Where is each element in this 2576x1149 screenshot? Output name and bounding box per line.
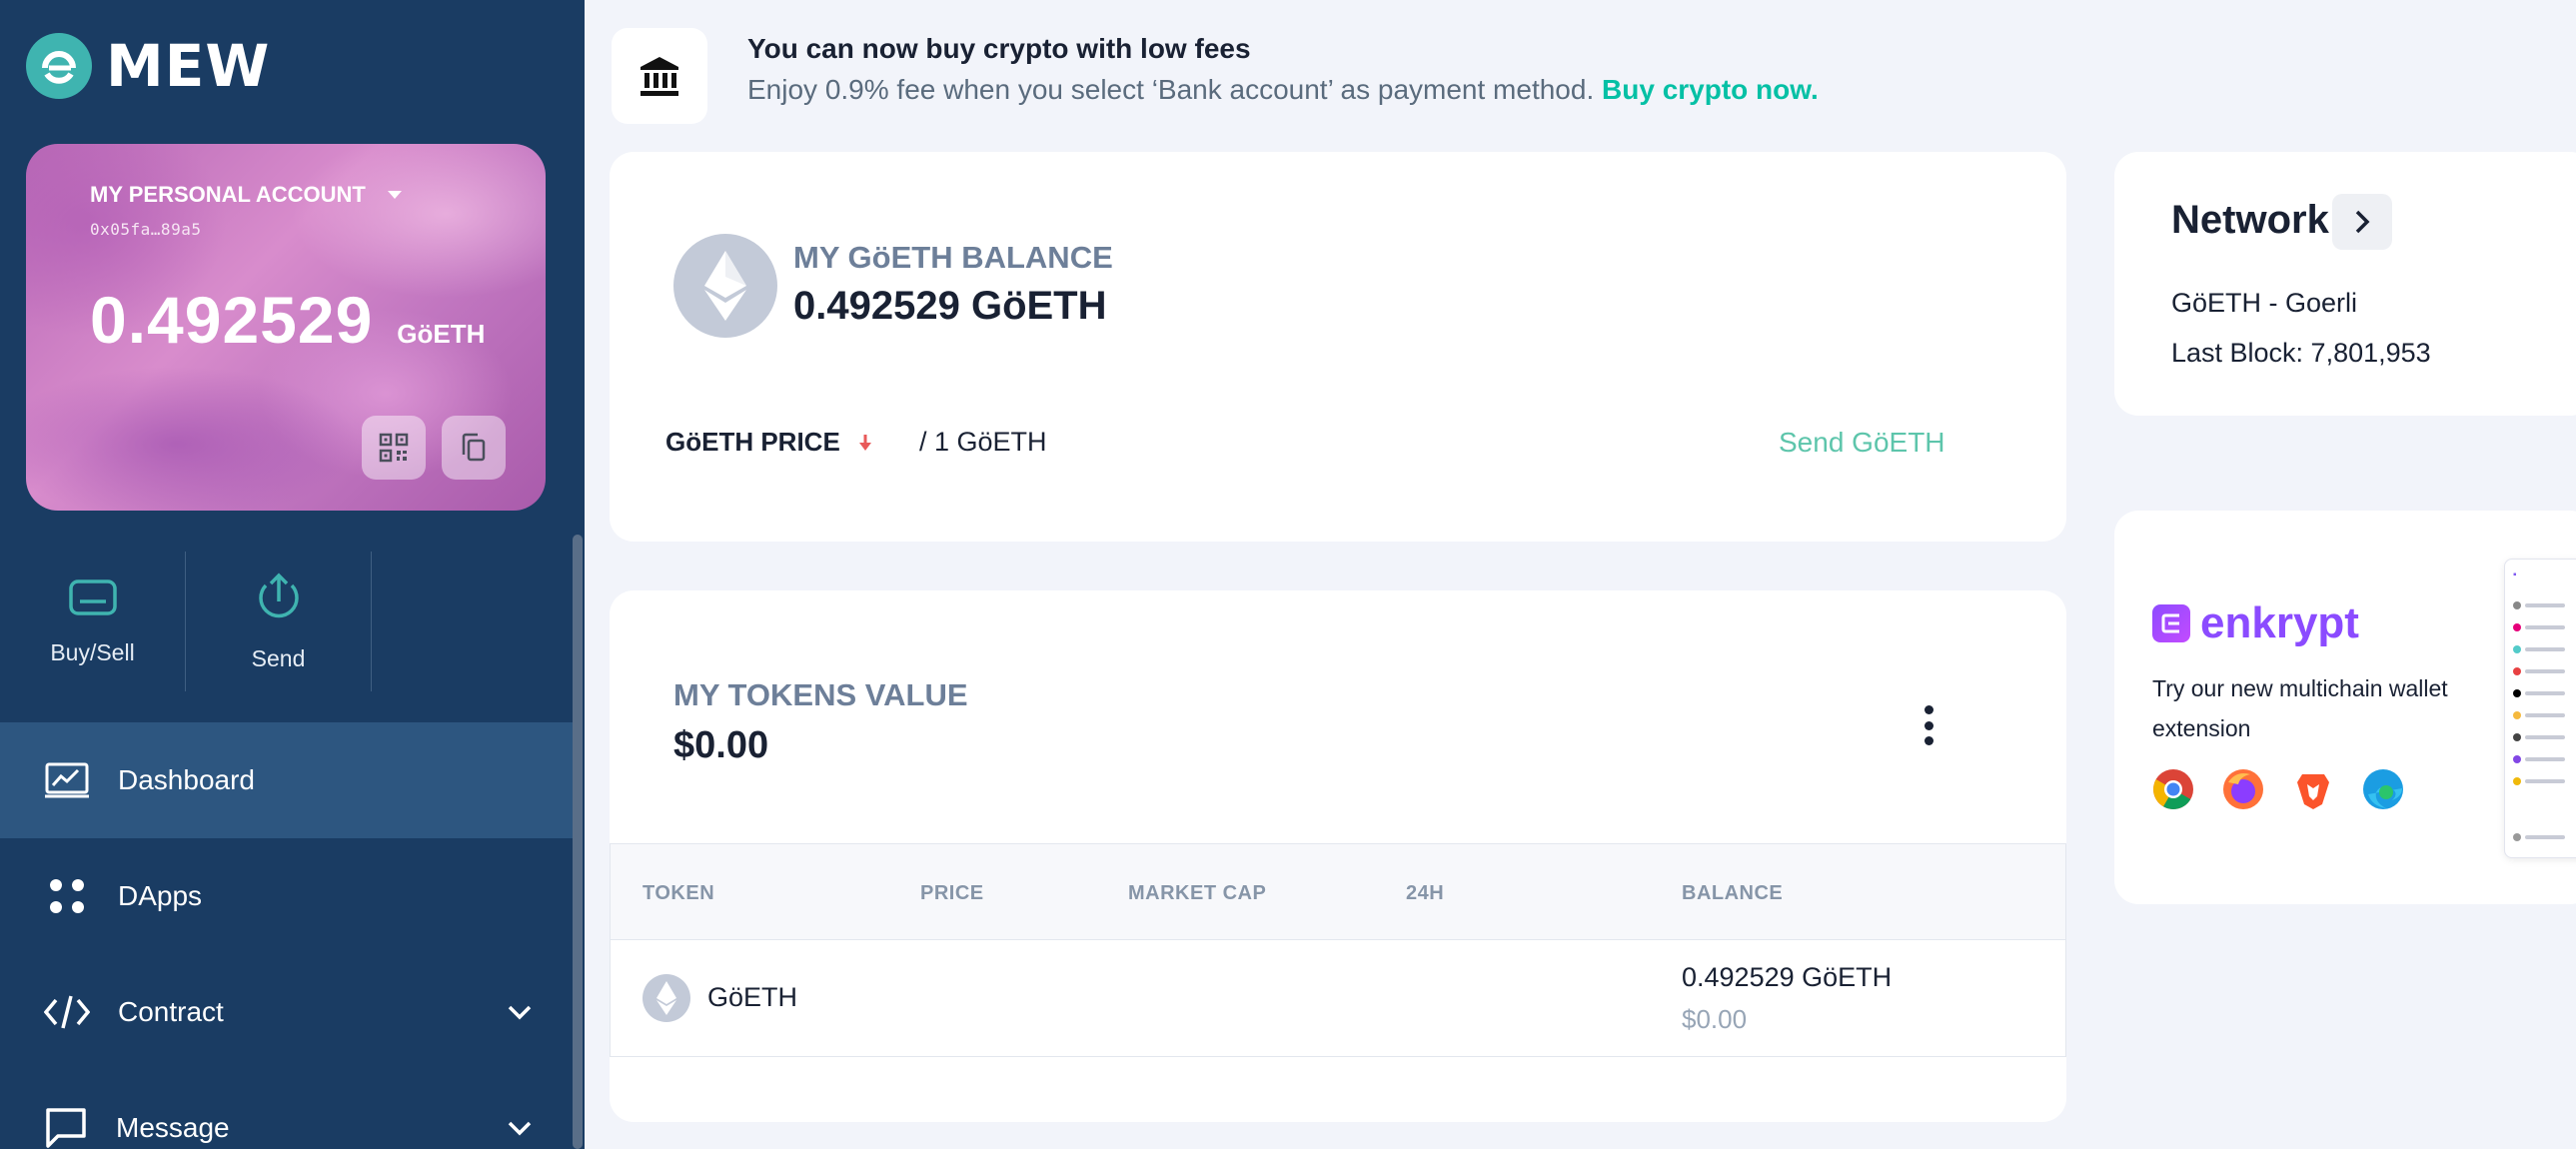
qr-code-button[interactable]	[362, 416, 426, 480]
send-button[interactable]: Send	[186, 552, 372, 691]
network-card: Network GöETH - Goerli Last Block: 7,801…	[2114, 152, 2576, 416]
network-last-block: Last Block: 7,801,953	[2171, 338, 2431, 368]
brave-icon[interactable]	[2292, 768, 2334, 810]
firefox-icon[interactable]	[2222, 768, 2264, 810]
sidebar-item-dashboard[interactable]: Dashboard	[0, 722, 573, 838]
mew-logo[interactable]: MEW	[26, 30, 270, 102]
token-table: TOKEN PRICE MARKET CAP 24H BALANCE GöETH…	[610, 843, 2066, 1057]
banner-description: Enjoy 0.9% fee when you select ‘Bank acc…	[747, 74, 1595, 105]
buy-crypto-link[interactable]: Buy crypto now.	[1602, 74, 1819, 105]
enkrypt-logo: enkrypt	[2152, 598, 2359, 648]
wallet-balance-amount: 0.492529	[90, 283, 374, 357]
sidebar-item-dapps[interactable]: DApps	[0, 838, 573, 954]
price-label-text: GöETH PRICE	[665, 427, 840, 457]
network-change-button[interactable]	[2332, 194, 2392, 250]
tokens-card: MY TOKENS VALUE $0.00 TOKEN PRICE MARKET…	[610, 590, 2066, 1122]
column-balance: BALANCE	[1682, 882, 1784, 904]
network-name: GöETH - Goerli	[2171, 288, 2358, 318]
sidebar-item-label: DApps	[118, 880, 203, 911]
code-icon	[44, 995, 90, 1029]
wallet-balance: 0.492529 GöETH	[90, 282, 485, 358]
tokens-value: $0.00	[673, 724, 769, 766]
enkrypt-name: enkrypt	[2200, 598, 2359, 647]
account-address: 0x05fa…89a5	[90, 220, 202, 239]
enkrypt-description: Try our new multichain wallet extension	[2152, 675, 2448, 741]
chrome-icon[interactable]	[2152, 768, 2194, 810]
sidebar-item-contract[interactable]: Contract	[0, 954, 573, 1070]
network-title: Network	[2171, 198, 2329, 242]
caret-down-icon	[387, 191, 402, 199]
banner-icon-box	[612, 28, 707, 124]
chevron-down-icon	[508, 1005, 532, 1020]
sidebar-item-message[interactable]: Message	[0, 1070, 573, 1149]
enkrypt-promo-card[interactable]: enkrypt Try our new multichain wallet ex…	[2114, 511, 2576, 904]
copy-icon	[462, 433, 486, 462]
sidebar-item-label: Message	[116, 1112, 230, 1143]
more-options-icon[interactable]	[1923, 705, 1934, 745]
copy-address-button[interactable]	[442, 416, 506, 480]
tokens-label: MY TOKENS VALUE	[673, 677, 968, 712]
sidebar: MEW MY PERSONAL ACCOUNT 0x05fa…89a5 0.49…	[0, 0, 585, 1149]
quick-actions: Buy/Sell Send	[0, 552, 585, 691]
balance-value: 0.492529 GöETH	[793, 284, 1107, 328]
quick-action-placeholder	[372, 552, 558, 691]
sidebar-nav: Dashboard DApps Contract Message	[0, 722, 573, 1149]
sidebar-item-label: Dashboard	[118, 764, 255, 795]
dapps-icon	[50, 879, 84, 913]
balance-label: MY GöETH BALANCE	[793, 240, 1113, 275]
chevron-down-icon	[508, 1121, 532, 1136]
account-selector[interactable]: MY PERSONAL ACCOUNT	[90, 182, 402, 208]
send-arrow-icon	[258, 573, 299, 617]
send-label: Send	[251, 644, 306, 671]
chevron-right-icon	[2355, 210, 2370, 234]
account-name: MY PERSONAL ACCOUNT	[90, 182, 366, 207]
enkrypt-icon	[2152, 604, 2190, 642]
mew-logo-icon	[26, 33, 92, 99]
message-icon	[46, 1108, 86, 1148]
buy-sell-label: Buy/Sell	[50, 638, 135, 665]
logo-text: MEW	[106, 32, 271, 100]
token-balance: 0.492529 GöETH	[1682, 962, 1893, 992]
balance-card: MY GöETH BALANCE 0.492529 GöETH GöETH PR…	[610, 152, 2066, 542]
table-header: TOKEN PRICE MARKET CAP 24H BALANCE	[611, 844, 2065, 940]
sidebar-item-label: Contract	[118, 996, 224, 1027]
qr-code-icon	[379, 433, 409, 463]
eth-token-icon	[643, 974, 690, 1022]
enkrypt-preview-image: ▪	[2504, 559, 2576, 858]
token-name: GöETH	[707, 982, 798, 1012]
column-price: PRICE	[920, 882, 984, 904]
wallet-balance-unit: GöETH	[397, 319, 486, 349]
banner-title: You can now buy crypto with low fees	[747, 33, 1251, 64]
table-row[interactable]: GöETH 0.492529 GöETH $0.00	[611, 940, 2065, 1056]
price-per-unit: / 1 GöETH	[919, 427, 1047, 457]
buy-sell-button[interactable]: Buy/Sell	[0, 552, 186, 691]
column-token: TOKEN	[643, 882, 715, 904]
arrow-down-icon	[858, 434, 871, 451]
bank-icon	[641, 57, 678, 96]
edge-icon[interactable]	[2362, 768, 2404, 810]
price-label: GöETH PRICE	[665, 427, 872, 458]
send-goeth-link[interactable]: Send GöETH	[1779, 427, 1945, 459]
column-market-cap: MARKET CAP	[1128, 882, 1267, 904]
banner-text: Enjoy 0.9% fee when you select ‘Bank acc…	[747, 74, 1819, 106]
card-icon	[68, 578, 117, 615]
enkrypt-preview-brand: ▪	[2513, 570, 2517, 580]
wallet-card: MY PERSONAL ACCOUNT 0x05fa…89a5 0.492529…	[26, 144, 546, 511]
sidebar-scrollbar[interactable]	[573, 535, 583, 1149]
token-balance-usd: $0.00	[1682, 1004, 1748, 1034]
dashboard-icon	[45, 762, 89, 798]
column-24h: 24H	[1406, 882, 1445, 904]
eth-icon	[673, 234, 777, 338]
